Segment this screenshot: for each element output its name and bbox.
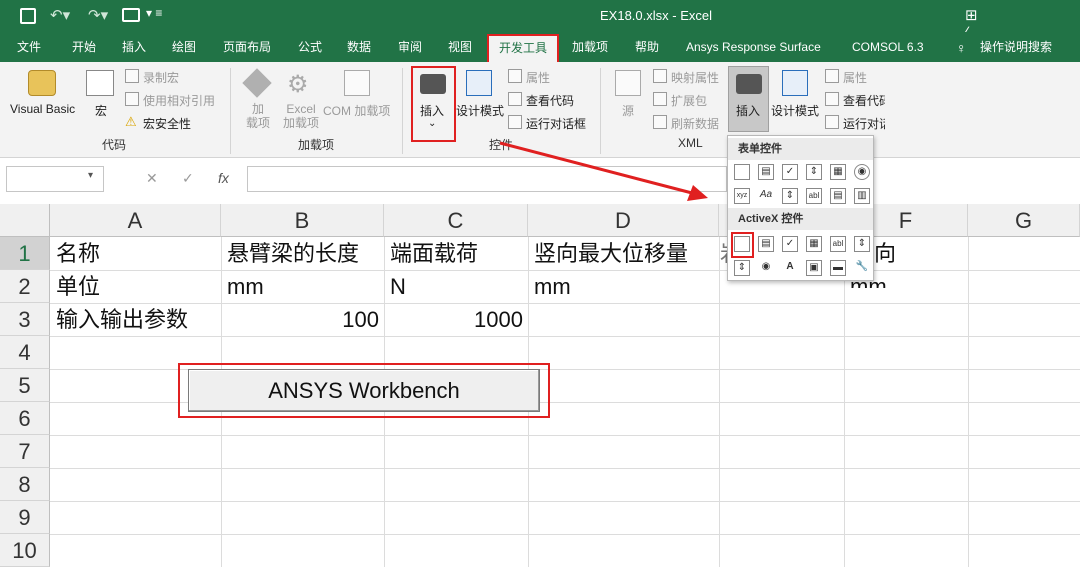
form-spin-control[interactable]: ⇕ [806, 164, 822, 180]
form-dropdown-control[interactable]: ▥ [854, 188, 870, 204]
activex-toggle-control[interactable]: ▬ [830, 260, 846, 276]
activex-list-control[interactable]: ▦ [806, 236, 822, 252]
activex-spin-control[interactable]: ⇕ [734, 260, 750, 276]
activex-button-control[interactable] [734, 236, 750, 252]
form-list-control[interactable]: ▦ [830, 164, 846, 180]
form-scrollbar-control[interactable]: ⇕ [782, 188, 798, 204]
form-button-control[interactable] [734, 164, 750, 180]
form-controls-header: 表单控件 [728, 138, 873, 160]
annotation-arrow [499, 141, 708, 201]
activex-checkbox-control[interactable]: ✓ [782, 236, 798, 252]
activex-textbox-control[interactable]: abl [830, 236, 846, 252]
activex-image-control[interactable]: ▣ [806, 260, 822, 276]
form-groupbox-control[interactable]: xyz [734, 188, 750, 204]
activex-controls-header: ActiveX 控件 [728, 208, 873, 230]
more-controls-icon[interactable]: 🔧 [854, 260, 870, 276]
form-textfield-control[interactable]: abl [806, 188, 822, 204]
insert-controls-dropdown: 表单控件 ▤ ✓ ⇕ ▦ ◉ xyz Aa ⇕ abl ▤ ▥ ActiveX … [727, 135, 874, 281]
form-combo-list-control[interactable]: ▤ [830, 188, 846, 204]
form-option-control[interactable]: ◉ [854, 164, 870, 180]
activex-option-control[interactable]: ◉ [758, 260, 774, 276]
activex-combo-control[interactable]: ▤ [758, 236, 774, 252]
form-combo-control[interactable]: ▤ [758, 164, 774, 180]
activex-scrollbar-control[interactable]: ⇕ [854, 236, 870, 252]
form-checkbox-control[interactable]: ✓ [782, 164, 798, 180]
activex-label-control[interactable]: A [782, 260, 798, 276]
form-label-control[interactable]: Aa [758, 188, 774, 204]
